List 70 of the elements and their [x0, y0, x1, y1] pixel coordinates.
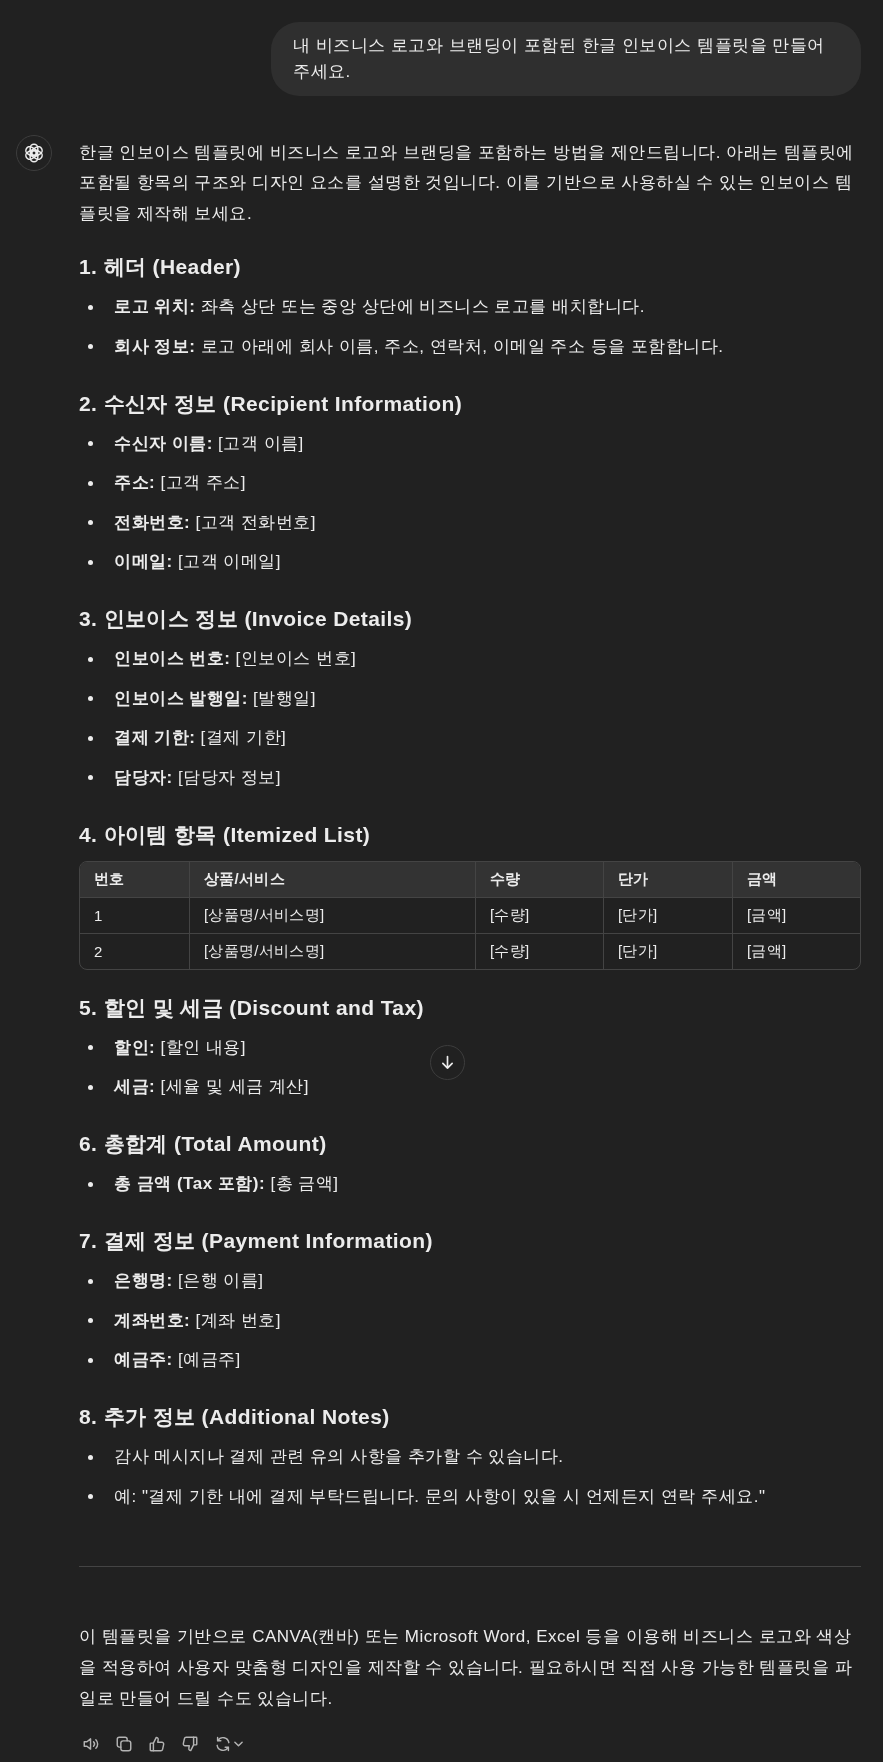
bullet-icon — [88, 559, 93, 565]
thumbs-down-icon[interactable] — [181, 1734, 199, 1753]
bullet-text: 이메일: [고객 이메일] — [114, 551, 282, 574]
section-heading: 4. 아이템 항목 (Itemized List) — [79, 821, 372, 848]
bullet-text: 감사 메시지나 결제 관련 유의 사항을 추가할 수 있습니다. — [114, 1446, 564, 1469]
table-header-cell: 번호 — [80, 861, 190, 898]
down-arrow-icon[interactable] — [441, 1055, 454, 1070]
table-header-cell: 단가 — [603, 861, 733, 898]
section-heading: 5. 할인 및 세금 (Discount and Tax) — [79, 994, 425, 1021]
section-heading: 1. 헤더 (Header) — [79, 254, 242, 281]
table-cell: [단가] — [603, 933, 733, 969]
section-heading: 7. 결제 정보 (Payment Information) — [79, 1228, 434, 1255]
bullet-text: 예: "결제 기한 내에 결제 부탁드립니다. 문의 사항이 있을 시 언제든지 연락 주세요." — [114, 1485, 766, 1508]
bullet-icon — [88, 344, 93, 350]
flower-logo-icon — [16, 135, 52, 171]
closing-paragraph: 이 템플릿을 기반으로 CANVA(캔바) 또는 Microsoft Word, Excel 등을 이용해 비즈니스 로고와 색상을 적용하여 사용자 맞춤형 디자인을 제작할 수 있습니다. 필요하시면 직접 사용 가능한 템플릿을 파일로 만들어 드릴 수도 있습니다. — [79, 1625, 854, 1710]
table-cell: [금액] — [732, 897, 860, 934]
bullet-text: 로고 위치: 좌측 상단 또는 중앙 상단에 비즈니스 로고를 배치합니다. — [114, 296, 645, 319]
bullet-icon — [88, 1278, 93, 1284]
thumbs-up-icon[interactable] — [148, 1734, 166, 1753]
bullet-text: 계좌번호: [계좌 번호] — [114, 1309, 282, 1332]
bullet-text: 할인: [할인 내용] — [114, 1036, 247, 1059]
bullet-text: 담당자: [담당자 정보] — [114, 766, 282, 789]
table-cell: [수량] — [475, 897, 604, 934]
bullet-text: 세금: [세율 및 세금 계산] — [114, 1076, 309, 1099]
intro-paragraph: 한글 인보이스 템플릿에 비즈니스 로고와 브랜딩을 포함하는 방법을 제안드립니다. 아래는 템플릿에 포함될 항목의 구조와 디자인 요소를 설명한 것입니다. 이를 기반으로 사용하실 수 있는 인보이스 템플릿을 제작해 보세요. — [79, 142, 855, 225]
bullet-icon — [88, 304, 93, 310]
bullet-icon — [88, 735, 93, 741]
bullet-text: 수신자 이름: [고객 이름] — [114, 432, 304, 455]
bullet-icon — [88, 1084, 93, 1090]
bullet-icon — [88, 1045, 93, 1051]
table-cell: [상품명/서비스명] — [189, 933, 476, 969]
bullet-text: 은행명: [은행 이름] — [114, 1270, 264, 1293]
bullet-icon — [88, 775, 93, 781]
bullet-icon — [88, 520, 93, 526]
bullet-text: 예금주: [예금주] — [114, 1349, 241, 1372]
bullet-icon — [88, 1357, 93, 1363]
table-cell: [금액] — [732, 933, 860, 969]
user-message: 내 비즈니스 로고와 브랜딩이 포함된 한글 인보이스 템플릿을 만들어 주세요. — [271, 22, 861, 96]
table-cell: [단가] — [603, 897, 733, 934]
bullet-icon — [88, 480, 93, 486]
refresh-icon[interactable] — [214, 1734, 232, 1753]
bullet-text: 전화번호: [고객 전화번호] — [114, 511, 317, 534]
bullet-text: 결제 기한: [결제 기한] — [114, 727, 287, 750]
table-header-cell: 금액 — [732, 861, 860, 898]
bullet-icon — [88, 696, 93, 702]
bullet-icon — [88, 1454, 93, 1460]
section-heading: 8. 추가 정보 (Additional Notes) — [79, 1404, 391, 1431]
table-cell: [수량] — [475, 933, 604, 969]
scroll-down-button[interactable] — [430, 1045, 465, 1080]
copy-icon[interactable] — [115, 1734, 133, 1753]
section-heading: 6. 총합계 (Total Amount) — [79, 1131, 328, 1158]
table-header-cell: 수량 — [475, 861, 604, 898]
section-heading: 3. 인보이스 정보 (Invoice Details) — [79, 606, 414, 633]
bullet-icon — [88, 1318, 93, 1324]
bullet-icon — [88, 441, 93, 447]
bullet-icon — [88, 1494, 93, 1500]
table-cell: 2 — [80, 933, 190, 969]
bullet-text: 회사 정보: 로고 아래에 회사 이름, 주소, 연락처, 이메일 주소 등을 포함합니다. — [114, 335, 724, 358]
bullet-icon — [88, 1181, 93, 1187]
table-cell: [상품명/서비스명] — [189, 897, 476, 934]
table-header-cell: 상품/서비스 — [189, 861, 476, 898]
table-cell: 1 — [80, 897, 190, 934]
bullet-text: 총 금액 (Tax 포함): [총 금액] — [114, 1173, 339, 1196]
section-heading: 2. 수신자 정보 (Recipient Information) — [79, 390, 464, 417]
bullet-text: 인보이스 번호: [인보이스 번호] — [114, 648, 357, 671]
bullet-text: 인보이스 발행일: [발행일] — [114, 687, 317, 710]
bullet-icon — [88, 656, 93, 662]
bullet-text: 주소: [고객 주소] — [114, 472, 247, 495]
caret-icon[interactable] — [234, 1740, 243, 1747]
